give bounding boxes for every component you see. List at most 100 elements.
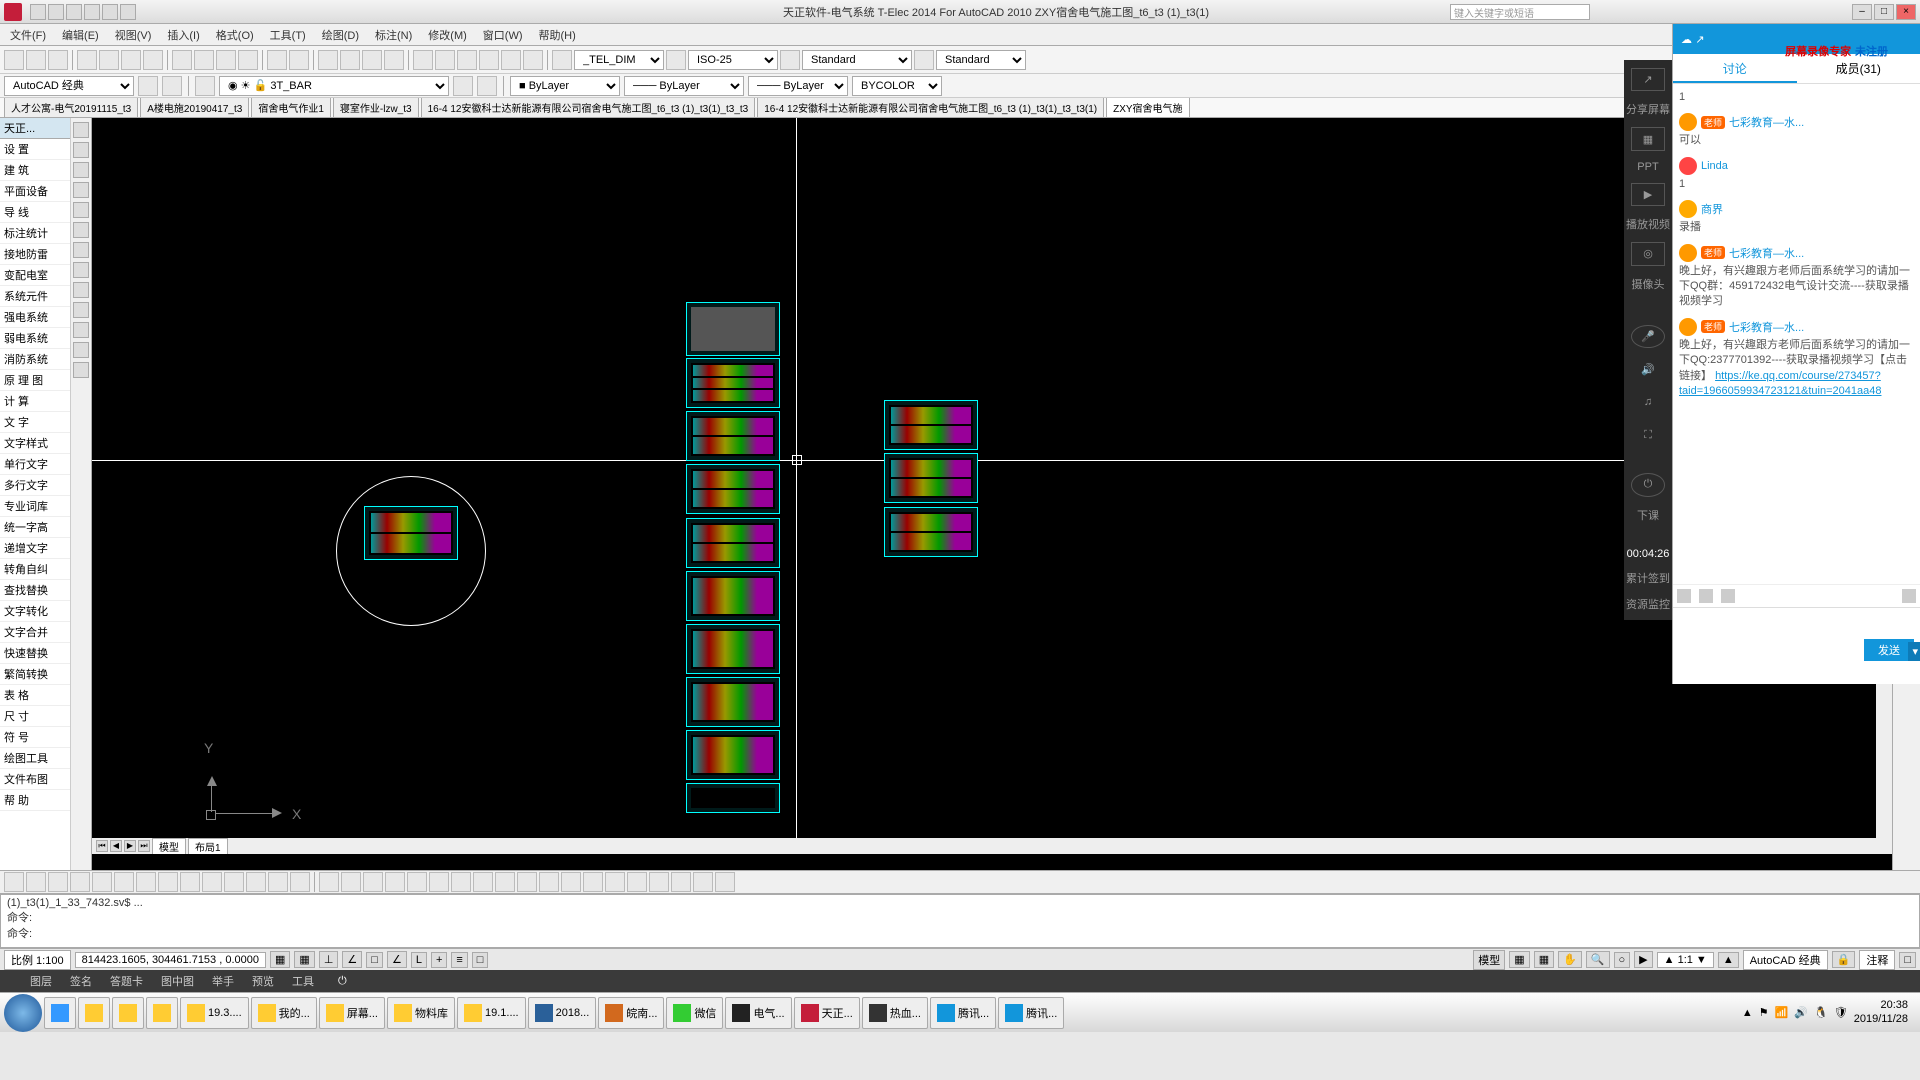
close-button[interactable]: × — [1896, 4, 1916, 20]
lwt-toggle[interactable]: ≡ — [451, 952, 467, 968]
tab-next-icon[interactable]: ▶ — [124, 840, 136, 852]
model-tab[interactable]: 模型 — [152, 838, 186, 855]
tablestyle-select[interactable]: Standard — [802, 50, 912, 70]
polar-toggle[interactable]: ∠ — [342, 951, 362, 968]
menu-tools[interactable]: 工具(T) — [262, 25, 314, 45]
taskbar-item[interactable]: 电气... — [725, 997, 791, 1029]
undo-icon[interactable] — [267, 50, 287, 70]
tray-qq-icon[interactable]: 🐧 — [1814, 1006, 1828, 1019]
wheel-icon[interactable]: ○ — [1614, 952, 1631, 968]
tool-item[interactable]: 符 号 — [0, 727, 70, 748]
snap-midpoint-icon[interactable] — [26, 872, 46, 892]
dim-linear-icon[interactable] — [319, 872, 339, 892]
dim-reassoc-icon[interactable] — [715, 872, 735, 892]
workspace-field[interactable]: AutoCAD 经典 — [1743, 950, 1828, 970]
matchprop-icon[interactable] — [238, 50, 258, 70]
dim-space-icon[interactable] — [649, 872, 669, 892]
sheetset-icon[interactable] — [479, 50, 499, 70]
tg-tools[interactable]: 工具 — [292, 973, 314, 989]
copy-icon[interactable] — [194, 50, 214, 70]
minimize-button[interactable]: – — [1852, 4, 1872, 20]
model-viewport[interactable]: YX ⏮ ◀ ▶ ⏭ 模型 布局1 — [92, 118, 1876, 854]
snap-insertion-icon[interactable] — [158, 872, 178, 892]
taskbar-recent-icon[interactable] — [112, 997, 144, 1029]
speaker-icon[interactable]: 🔊 — [1631, 358, 1665, 381]
tg-raise[interactable]: 举手 — [212, 973, 234, 989]
send-button[interactable]: 发送 — [1864, 639, 1914, 661]
taskbar-item[interactable]: 腾讯... — [930, 997, 996, 1029]
quickview-icon[interactable]: ▦ — [1509, 951, 1529, 968]
tablestyle-icon[interactable] — [780, 50, 800, 70]
music-icon[interactable]: ♫ — [1631, 391, 1665, 414]
popout-icon[interactable]: ↗ — [1695, 33, 1704, 46]
quickview-layouts-icon[interactable]: ▦ — [1534, 951, 1554, 968]
doc-tab[interactable]: 16-4 12安徽科士达新能源有限公司宿舍电气施工图_t6_t3 (1)_t3(… — [421, 98, 756, 118]
workspace-settings-icon[interactable] — [138, 76, 158, 96]
osnap-toggle[interactable]: □ — [366, 952, 383, 968]
dim-continue-icon[interactable] — [429, 872, 449, 892]
rectangle-icon[interactable] — [73, 202, 89, 218]
send-dropdown[interactable]: ▾ — [1908, 642, 1920, 661]
taskbar-item[interactable]: 物料库 — [387, 997, 455, 1029]
taskbar-item[interactable]: 皖南... — [598, 997, 664, 1029]
tool-item[interactable]: 表 格 — [0, 685, 70, 706]
tg-sign[interactable]: 签名 — [70, 973, 92, 989]
qat-redo-icon[interactable] — [102, 4, 118, 20]
save-icon[interactable] — [48, 50, 68, 70]
lock-icon[interactable]: 🔒 — [1832, 951, 1856, 968]
dim-radius-icon[interactable] — [385, 872, 405, 892]
chat-tab-discuss[interactable]: 讨论 — [1673, 54, 1797, 83]
taskbar-folder-icon[interactable] — [146, 997, 178, 1029]
tray-clock[interactable]: 20:382019/11/28 — [1854, 999, 1908, 1025]
tool-item[interactable]: 单行文字 — [0, 454, 70, 475]
snap-perpendicular-icon[interactable] — [180, 872, 200, 892]
emoji-icon[interactable] — [1677, 589, 1691, 603]
dim-inspect-icon[interactable] — [693, 872, 713, 892]
tool-item[interactable]: 快速替换 — [0, 643, 70, 664]
gear-icon[interactable] — [162, 76, 182, 96]
qp-toggle[interactable]: □ — [472, 952, 489, 968]
taskbar-item[interactable]: 微信 — [666, 997, 723, 1029]
taskbar-item[interactable]: 热血... — [862, 997, 928, 1029]
lineweight-select[interactable]: ─── ByLayer — [748, 76, 848, 96]
zoom-icon[interactable] — [340, 50, 360, 70]
qat-save-icon[interactable] — [66, 4, 82, 20]
snap-none-icon[interactable] — [268, 872, 288, 892]
cleanscreen-icon[interactable]: □ — [1899, 952, 1916, 968]
tool-item[interactable]: 文件布图 — [0, 769, 70, 790]
tool-item[interactable]: 专业词库 — [0, 496, 70, 517]
dim-aligned-icon[interactable] — [341, 872, 361, 892]
annotation-field[interactable]: 注释 — [1859, 950, 1895, 970]
mleaderstyle-icon[interactable] — [914, 50, 934, 70]
grid-toggle[interactable]: ▦ — [294, 951, 314, 968]
zoom-status-icon[interactable]: 🔍 — [1586, 951, 1610, 968]
zoom-window-icon[interactable] — [362, 50, 382, 70]
snap-extension-icon[interactable] — [136, 872, 156, 892]
table-icon[interactable] — [73, 302, 89, 318]
doc-tab[interactable]: 人才公寓-电气20191115_t3 — [4, 98, 138, 118]
dim-edit-icon[interactable] — [539, 872, 559, 892]
tool-item[interactable]: 繁简转换 — [0, 664, 70, 685]
tool-item[interactable]: 转角自纠 — [0, 559, 70, 580]
pan-icon[interactable] — [318, 50, 338, 70]
open-icon[interactable] — [26, 50, 46, 70]
snap-endpoint-icon[interactable] — [4, 872, 24, 892]
command-line[interactable]: (1)_t3(1)_1_33_7432.sv$ ... 命令: 命令: — [0, 894, 1920, 948]
start-button[interactable] — [4, 994, 42, 1032]
menu-dimension[interactable]: 标注(N) — [367, 25, 420, 45]
3ddwf-icon[interactable] — [143, 50, 163, 70]
tray-shield-icon[interactable]: 🛡 — [1834, 1006, 1848, 1019]
tool-item[interactable]: 帮 助 — [0, 790, 70, 811]
end-class-button[interactable]: ⏻ — [1631, 473, 1665, 496]
snap-nearest-icon[interactable] — [224, 872, 244, 892]
calc-icon[interactable] — [523, 50, 543, 70]
scissors-icon[interactable] — [1699, 589, 1713, 603]
dyn-toggle[interactable]: + — [431, 952, 447, 968]
cmd-prompt[interactable]: 命令: — [7, 925, 1913, 941]
markup-icon[interactable] — [501, 50, 521, 70]
qat-new-icon[interactable] — [30, 4, 46, 20]
tool-item[interactable]: 尺 寸 — [0, 706, 70, 727]
tool-item[interactable]: 变配电室 — [0, 265, 70, 286]
tool-item[interactable]: 接地防雷 — [0, 244, 70, 265]
linetype-select[interactable]: ─── ByLayer — [624, 76, 744, 96]
